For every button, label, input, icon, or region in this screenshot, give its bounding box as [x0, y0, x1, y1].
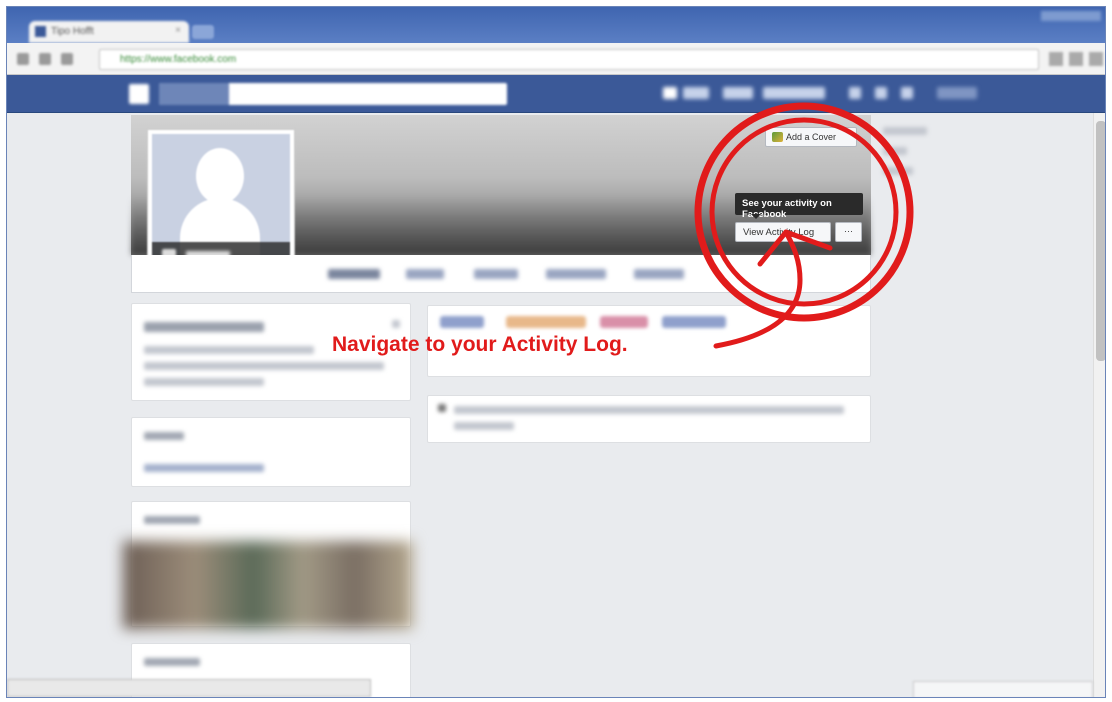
- back-icon[interactable]: [17, 53, 29, 65]
- info-icon: [438, 404, 446, 412]
- profile-avatar[interactable]: [663, 87, 677, 99]
- more-options-button[interactable]: ···: [835, 222, 862, 242]
- browser-status-bar: [7, 679, 371, 697]
- about-card: [131, 417, 411, 487]
- tab-timeline[interactable]: [328, 269, 380, 279]
- close-tab-icon[interactable]: ×: [175, 25, 181, 36]
- rail-item-blur[interactable]: [883, 147, 907, 155]
- browser-tab[interactable]: Tipo Hofft ×: [29, 21, 189, 43]
- tab-about[interactable]: [406, 269, 444, 279]
- rail-item-blur[interactable]: [883, 167, 913, 175]
- add-cover-button[interactable]: Add a Cover: [765, 127, 857, 147]
- card-close-icon[interactable]: [392, 320, 400, 328]
- card-heading-blur: [144, 322, 264, 332]
- page-scrollbar[interactable]: [1093, 113, 1105, 697]
- empty-notice-blur: [454, 422, 514, 430]
- menu-icon[interactable]: [1089, 52, 1103, 66]
- tab-photos[interactable]: [474, 269, 518, 279]
- extension-icon[interactable]: [1069, 52, 1083, 66]
- home-link[interactable]: [723, 87, 753, 99]
- chat-bar[interactable]: [913, 681, 1093, 697]
- notifications-icon[interactable]: [901, 87, 913, 99]
- photo-video-tab[interactable]: [506, 316, 586, 328]
- life-event-tab[interactable]: [662, 316, 726, 328]
- friends-heading-blur: [144, 516, 200, 524]
- card-text-blur: [144, 378, 264, 386]
- activity-log-label: View Activity Log: [743, 227, 815, 238]
- card-text-blur: [144, 346, 314, 354]
- events-heading-blur: [144, 658, 200, 666]
- about-heading-blur: [144, 432, 184, 440]
- bookmark-star-icon[interactable]: [1049, 52, 1063, 66]
- forward-icon[interactable]: [39, 53, 51, 65]
- search-prefix-blur: [159, 83, 229, 105]
- place-tab[interactable]: [600, 316, 648, 328]
- facebook-header: [7, 75, 1105, 113]
- facebook-favicon-icon: [35, 26, 46, 37]
- annotation-caption: Navigate to your Activity Log.: [332, 333, 628, 356]
- friends-thumbnails[interactable]: [123, 541, 413, 629]
- default-avatar: [152, 134, 290, 268]
- facebook-logo-icon[interactable]: [129, 84, 149, 104]
- rail-item-blur[interactable]: [883, 127, 927, 135]
- new-tab-button[interactable]: [192, 25, 214, 39]
- friend-requests-icon[interactable]: [849, 87, 861, 99]
- tab-more[interactable]: [634, 269, 684, 279]
- profile-picture[interactable]: [147, 129, 295, 273]
- url-text: https://www.facebook.com: [120, 54, 237, 65]
- more-options-label: ···: [844, 226, 853, 236]
- profile-link[interactable]: [683, 87, 709, 99]
- avatar-head: [196, 148, 244, 204]
- reload-icon[interactable]: [61, 53, 73, 65]
- view-activity-log-button[interactable]: View Activity Log: [735, 222, 831, 242]
- facebook-search-input[interactable]: [159, 83, 507, 105]
- browser-title-bar: Tipo Hofft ×: [7, 7, 1105, 43]
- browser-toolbar: https://www.facebook.com: [7, 43, 1105, 75]
- card-text-blur: [144, 362, 384, 370]
- address-bar[interactable]: https://www.facebook.com: [99, 49, 1039, 70]
- profile-tabs: [131, 255, 871, 293]
- scrollbar-thumb[interactable]: [1096, 121, 1105, 361]
- window-controls[interactable]: [1041, 11, 1101, 21]
- tab-friends[interactable]: [546, 269, 606, 279]
- about-line-blur: [144, 464, 264, 472]
- tooltip-arrow: [751, 214, 761, 219]
- empty-posts-card: [427, 395, 871, 443]
- messages-icon[interactable]: [875, 87, 887, 99]
- empty-notice-blur: [454, 406, 844, 414]
- add-cover-label: Add a Cover: [786, 132, 837, 142]
- activity-tooltip: See your activity on Facebook: [735, 193, 863, 220]
- right-rail: [883, 127, 943, 187]
- tab-title: Tipo Hofft: [51, 26, 94, 37]
- status-tab[interactable]: [440, 316, 484, 328]
- composer-tabs: [440, 316, 730, 328]
- photo-icon: [772, 132, 783, 142]
- settings-icon[interactable]: [937, 87, 977, 99]
- find-friends-link[interactable]: [763, 87, 825, 99]
